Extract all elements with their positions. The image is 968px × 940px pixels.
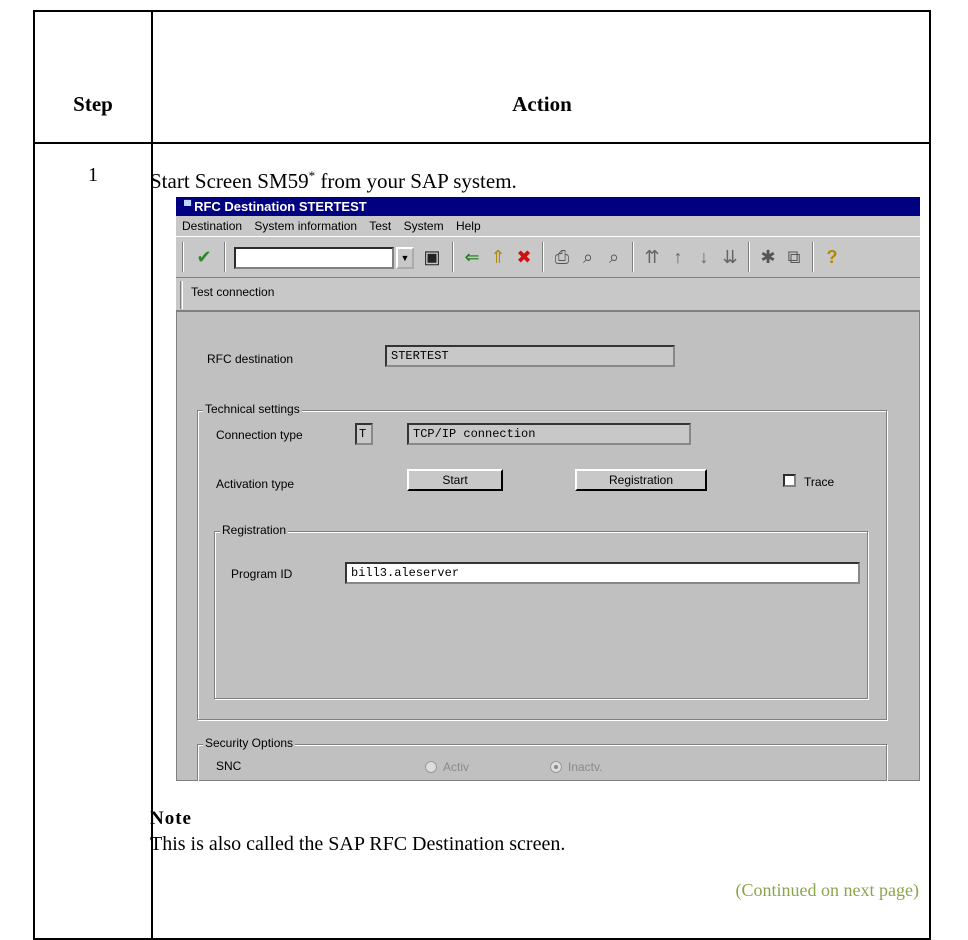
menu-test[interactable]: Test (369, 219, 391, 233)
registration-button[interactable]: Registration (575, 469, 707, 491)
trace-label: Trace (804, 475, 835, 489)
header-step: Step (73, 92, 113, 116)
instruction-suffix: from your SAP system. (315, 169, 517, 193)
toolbar-separator (748, 242, 750, 272)
next-page-icon[interactable]: ↓ (692, 243, 716, 271)
connection-type-label: Connection type (216, 428, 303, 442)
save-icon[interactable]: ▣ (420, 243, 444, 271)
menu-destination[interactable]: Destination (182, 219, 242, 233)
snc-active-label: Activ (443, 760, 470, 774)
header-action: Action (512, 92, 572, 116)
toolbar-separator (542, 242, 544, 272)
toolbar-separator (180, 281, 183, 309)
sap-window: ▀ RFC Destination STERTEST Destination S… (176, 197, 920, 781)
security-options-title: Security Options (203, 736, 296, 750)
menu-help[interactable]: Help (456, 219, 481, 233)
create-session-icon[interactable]: ✱ (756, 243, 780, 271)
test-connection-button[interactable]: Test connection (191, 285, 274, 299)
note-text: This is also called the SAP RFC Destinat… (150, 833, 566, 855)
start-button[interactable]: Start (407, 469, 503, 491)
toolbar-separator (182, 242, 184, 272)
registration-group-title: Registration (220, 523, 289, 537)
toolbar-separator (452, 242, 454, 272)
technical-settings-title: Technical settings (203, 402, 302, 416)
window-icon: ▀ (184, 201, 192, 212)
connection-type-desc-field: TCP/IP connection (407, 423, 691, 445)
snc-inactive-label: Inactv. (568, 760, 603, 774)
application-toolbar: Test connection (176, 279, 920, 311)
first-page-icon[interactable]: ⇈ (640, 243, 664, 271)
menu-system-information[interactable]: System information (254, 219, 357, 233)
prev-page-icon[interactable]: ↑ (666, 243, 690, 271)
rfc-destination-label: RFC destination (207, 352, 294, 366)
column-divider (151, 12, 153, 938)
program-id-field[interactable]: bill3.aleserver (345, 562, 860, 584)
registration-group: Registration Program ID bill3.aleserver (214, 523, 868, 699)
back-icon[interactable]: ⇐ (460, 243, 484, 271)
continued-notice: (Continued on next page) (735, 880, 919, 900)
toolbar-separator (224, 242, 226, 272)
help-icon[interactable]: ? (820, 243, 844, 271)
find-icon[interactable]: ⌕ (576, 243, 600, 271)
cancel-icon[interactable]: ✖ (512, 243, 536, 271)
security-options-group: Security Options SNC Activ Inactv. (197, 736, 887, 781)
find-next-icon[interactable]: ⌕ (602, 243, 626, 271)
window-title: RFC Destination STERTEST (194, 199, 367, 214)
header-divider (35, 142, 929, 144)
snc-active-radio[interactable] (425, 761, 437, 773)
print-icon[interactable]: ⎙ (550, 243, 574, 271)
last-page-icon[interactable]: ⇊ (718, 243, 742, 271)
note-heading: Note (150, 808, 192, 829)
step-number: 1 (88, 164, 98, 186)
title-bar: ▀ RFC Destination STERTEST (176, 197, 920, 216)
instruction-prefix: Start Screen SM59 (150, 169, 309, 193)
connection-type-code-field[interactable]: T (355, 423, 373, 445)
chevron-down-icon[interactable]: ▼ (396, 247, 414, 269)
menu-system[interactable]: System (404, 219, 444, 233)
rfc-destination-field[interactable]: STERTEST (385, 345, 675, 367)
step-instruction: Start Screen SM59* from your SAP system. (150, 168, 517, 194)
shortcut-icon[interactable]: ⧉ (782, 243, 806, 271)
snc-label: SNC (216, 759, 242, 773)
toolbar-separator (812, 242, 814, 272)
check-icon[interactable]: ✔ (192, 243, 216, 271)
menu-bar: Destination System information Test Syst… (176, 216, 920, 236)
screen-body: RFC destination STERTEST Technical setti… (176, 311, 920, 781)
toolbar-separator (632, 242, 634, 272)
snc-inactive-radio[interactable] (550, 761, 562, 773)
program-id-label: Program ID (231, 567, 293, 581)
activation-type-label: Activation type (216, 477, 295, 491)
command-field[interactable] (234, 247, 394, 269)
trace-checkbox[interactable] (783, 474, 796, 487)
standard-toolbar: ✔ ▼ ▣ ⇐ ⇑ ✖ ⎙ ⌕ ⌕ ⇈ ↑ ↓ ⇊ ✱ ⧉ ? (176, 236, 920, 278)
technical-settings-group: Technical settings Connection type T TCP… (197, 402, 887, 720)
exit-icon[interactable]: ⇑ (486, 243, 510, 271)
